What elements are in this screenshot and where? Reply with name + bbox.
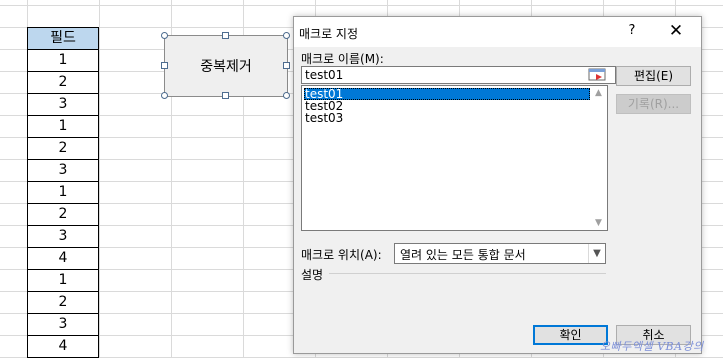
field-cell[interactable]: 1 — [27, 116, 99, 138]
shape-label: 중복제거 — [200, 59, 252, 75]
dedupe-shape-button[interactable]: 중복제거 — [164, 35, 288, 97]
field-cell[interactable]: 1 — [27, 270, 99, 292]
assign-macro-dialog: 매크로 지정 ? ✕ 매크로 이름(M): test01 ▲ ▼ test01 t… — [293, 16, 702, 354]
macro-name-input[interactable]: test01 — [301, 66, 616, 84]
field-cell[interactable]: 3 — [27, 160, 99, 182]
chevron-down-icon[interactable]: ▼ — [588, 244, 605, 263]
help-button[interactable]: ? — [624, 23, 640, 38]
resize-handle-mr[interactable] — [283, 62, 290, 69]
collapse-dialog-icon[interactable] — [588, 68, 606, 81]
macro-list-item[interactable]: test02 — [304, 100, 590, 112]
resize-handle-tm[interactable] — [222, 32, 229, 39]
record-button[interactable]: 기록(R)... — [616, 94, 691, 114]
resize-handle-tl[interactable] — [161, 32, 168, 39]
resize-handle-bm[interactable] — [222, 92, 229, 99]
field-cell[interactable]: 3 — [27, 314, 99, 336]
scroll-up-icon[interactable]: ▲ — [595, 88, 602, 98]
field-cell[interactable]: 4 — [27, 248, 99, 270]
macro-location-label: 매크로 위치(A): — [301, 248, 382, 262]
field-cell[interactable]: 2 — [27, 72, 99, 94]
macro-listbox[interactable]: ▲ ▼ test01 test02 test03 — [301, 85, 608, 231]
close-button[interactable]: ✕ — [666, 21, 686, 41]
resize-handle-bl[interactable] — [161, 92, 168, 99]
watermark-text: 오빠두엑셀 VBA강의 — [600, 340, 704, 353]
field-cell[interactable]: 3 — [27, 94, 99, 116]
dialog-titlebar: 매크로 지정 ? ✕ — [294, 17, 701, 47]
field-cell[interactable]: 2 — [27, 138, 99, 160]
field-cell[interactable]: 3 — [27, 226, 99, 248]
field-cell[interactable]: 1 — [27, 182, 99, 204]
field-cell[interactable]: 4 — [27, 336, 99, 358]
resize-handle-tr[interactable] — [283, 32, 290, 39]
field-column: 필드 12312312341234 — [27, 27, 99, 358]
macro-name-value: test01 — [305, 68, 344, 82]
field-cell[interactable]: 1 — [27, 50, 99, 72]
edit-button[interactable]: 편집(E) — [616, 66, 691, 86]
scroll-down-icon[interactable]: ▼ — [595, 218, 602, 228]
description-label: 설명 — [301, 268, 324, 282]
vertical-scrollbar[interactable]: ▲ ▼ — [592, 86, 607, 230]
macro-location-select[interactable]: 열려 있는 모든 통합 문서 ▼ — [394, 243, 606, 264]
description-divider — [329, 273, 606, 274]
resize-handle-br[interactable] — [283, 92, 290, 99]
macro-name-label: 매크로 이름(M): — [301, 52, 384, 66]
macro-location-value: 열려 있는 모든 통합 문서 — [400, 248, 526, 262]
macro-list-item[interactable]: test01 — [304, 88, 590, 100]
macro-list-item[interactable]: test03 — [304, 112, 590, 124]
field-cell[interactable]: 2 — [27, 292, 99, 314]
dialog-title: 매크로 지정 — [299, 27, 359, 41]
ok-button[interactable]: 확인 — [533, 325, 608, 345]
field-header-cell[interactable]: 필드 — [27, 27, 99, 50]
field-cell[interactable]: 2 — [27, 204, 99, 226]
resize-handle-ml[interactable] — [161, 62, 168, 69]
